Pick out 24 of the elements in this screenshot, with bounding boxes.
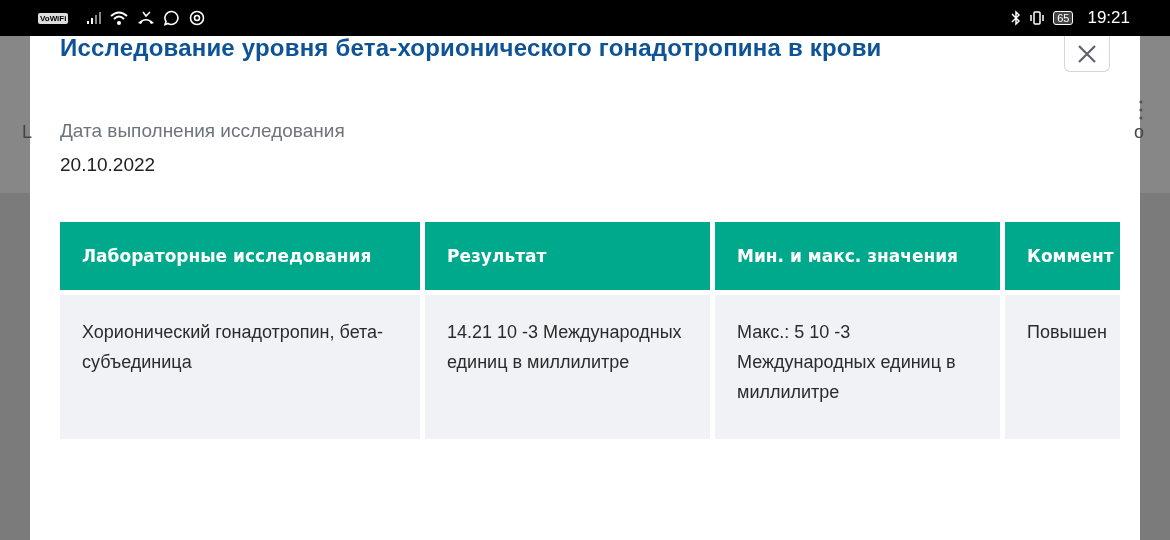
network-badge: VoWiFi xyxy=(38,12,69,24)
column-header: Лабораторные исследования xyxy=(60,222,420,290)
vibrate-icon xyxy=(1029,10,1046,26)
date-label: Дата выполнения исследования xyxy=(60,120,346,142)
modal-title: Исследование уровня бета-хорионического гонадотропина в крови xyxy=(60,34,882,62)
column-header: Результат xyxy=(425,222,710,290)
battery-level: 65 xyxy=(1053,11,1074,25)
date-value: 20.10.2022 xyxy=(60,154,157,176)
table-cell: Макс.: 5 10 -3 Международных единиц в миллилитре xyxy=(715,295,1000,439)
table-cell: Хорионический гонадотропин, бета-субъединица xyxy=(60,295,420,439)
table-cell: 14.21 10 -3 Международных единиц в миллилитре xyxy=(425,295,710,439)
at-sign-icon xyxy=(189,10,206,26)
bluetooth-icon xyxy=(1011,10,1022,26)
clock-time: 19:21 xyxy=(1087,8,1130,28)
signal-icon xyxy=(87,12,102,24)
close-button[interactable] xyxy=(1064,36,1110,72)
more-icon xyxy=(1138,99,1144,121)
close-icon xyxy=(1077,43,1097,64)
wifi-icon xyxy=(110,11,129,25)
chat-bubble-icon xyxy=(164,10,181,26)
missed-call-icon xyxy=(137,11,156,25)
column-header: Мин. и макс. значения xyxy=(715,222,1000,290)
column-header: Коммент xyxy=(1005,222,1120,290)
table-cell: Повышен xyxy=(1005,295,1120,439)
